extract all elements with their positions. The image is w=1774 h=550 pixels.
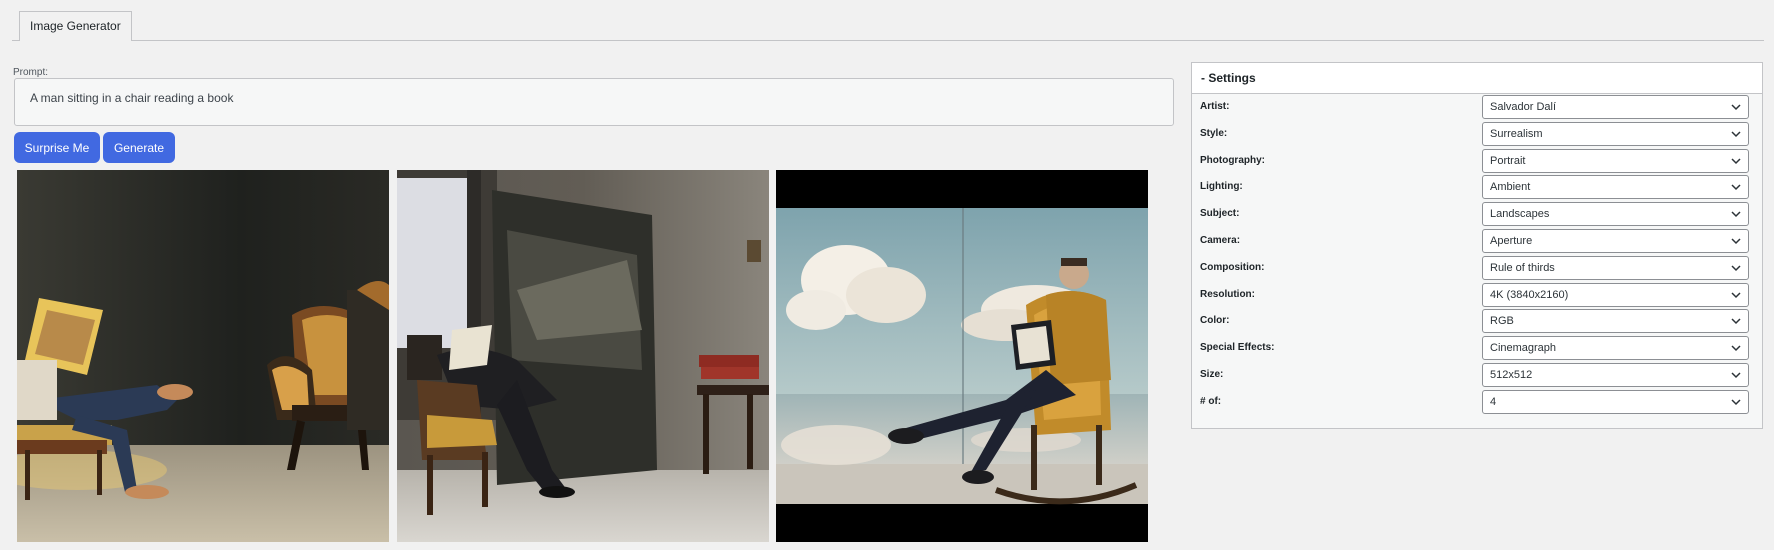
camera-select-value: Aperture [1490, 235, 1533, 247]
photography-select-value: Portrait [1490, 154, 1526, 167]
settings-row: Resolution: 4K (3840x2160) [1192, 282, 1762, 307]
settings-row: Size: 512x512 [1192, 363, 1762, 387]
color-select[interactable]: RGB [1482, 309, 1749, 334]
chevron-down-icon [1731, 211, 1741, 218]
settings-row: Composition: Rule of thirds [1192, 255, 1762, 280]
generated-image-2[interactable] [397, 170, 769, 542]
generate-button[interactable]: Generate [103, 132, 175, 163]
settings-row: Color: RGB [1192, 309, 1762, 334]
subject-select[interactable]: Landscapes [1482, 202, 1749, 227]
settings-row: Lighting: Ambient [1192, 175, 1762, 200]
style-label: Style: [1200, 127, 1228, 139]
color-label: Color: [1200, 315, 1230, 327]
chevron-down-icon [1731, 158, 1741, 164]
generated-image-1[interactable] [17, 170, 389, 542]
settings-row: # of: 4 [1192, 389, 1762, 414]
subject-select-value: Landscapes [1490, 208, 1550, 221]
special-effects-select-value: Cinemagraph [1490, 342, 1557, 355]
settings-panel: - Settings Artist: Salvador Dalí Style: Sur… [1191, 62, 1763, 429]
composition-select-value: Rule of thirds [1490, 261, 1555, 274]
photography-label: Photography: [1200, 154, 1265, 166]
style-select-value: Surrealism [1490, 127, 1543, 140]
settings-row: Subject: Landscapes [1192, 202, 1762, 227]
surprise-me-button[interactable]: Surprise Me [14, 132, 100, 163]
chevron-down-icon [1731, 238, 1741, 245]
tab-bar: Image Generator [12, 0, 1764, 41]
chevron-down-icon [1731, 399, 1741, 405]
chevron-down-icon [1731, 131, 1741, 137]
settings-toggle[interactable]: - Settings [1192, 63, 1762, 94]
chevron-down-icon [1731, 345, 1741, 352]
settings-row: Style: Surrealism [1192, 121, 1762, 146]
photography-select[interactable]: Portrait [1482, 148, 1749, 173]
of-select[interactable]: 4 [1482, 389, 1749, 414]
resolution-label: Resolution: [1200, 288, 1255, 300]
subject-label: Subject: [1200, 208, 1240, 220]
size-label: Size: [1200, 369, 1224, 380]
special-effects-label: Special Effects: [1200, 342, 1275, 354]
artist-label: Artist: [1200, 101, 1230, 112]
chevron-down-icon [1731, 184, 1741, 191]
color-select-value: RGB [1490, 315, 1514, 328]
lighting-select[interactable]: Ambient [1482, 175, 1749, 200]
composition-label: Composition: [1200, 261, 1265, 273]
size-select[interactable]: 512x512 [1482, 363, 1749, 387]
settings-row: Camera: Aperture [1192, 229, 1762, 253]
special-effects-select[interactable]: Cinemagraph [1482, 336, 1749, 361]
size-select-value: 512x512 [1490, 369, 1533, 381]
chevron-down-icon [1731, 292, 1741, 298]
chevron-down-icon [1731, 265, 1741, 271]
of-label: # of: [1200, 395, 1222, 407]
style-select[interactable]: Surrealism [1482, 121, 1749, 146]
chevron-down-icon [1731, 318, 1741, 325]
camera-label: Camera: [1200, 235, 1241, 246]
settings-row: Special Effects: Cinemagraph [1192, 336, 1762, 361]
camera-select[interactable]: Aperture [1482, 229, 1749, 253]
composition-select[interactable]: Rule of thirds [1482, 255, 1749, 280]
chevron-down-icon [1731, 104, 1741, 111]
artist-select-value: Salvador Dalí [1490, 101, 1557, 113]
chevron-down-icon [1731, 372, 1741, 379]
settings-row: Artist: Salvador Dalí [1192, 95, 1762, 119]
settings-row: Photography: Portrait [1192, 148, 1762, 173]
prompt-input[interactable]: A man sitting in a chair reading a book [14, 78, 1174, 126]
lighting-label: Lighting: [1200, 181, 1243, 193]
resolution-select-value: 4K (3840x2160) [1490, 288, 1569, 301]
resolution-select[interactable]: 4K (3840x2160) [1482, 282, 1749, 307]
of-select-value: 4 [1490, 395, 1497, 408]
prompt-label: Prompt: [13, 67, 49, 78]
generated-image-3[interactable] [776, 170, 1148, 542]
artist-select[interactable]: Salvador Dalí [1482, 95, 1749, 119]
lighting-select-value: Ambient [1490, 181, 1531, 194]
tab-image-generator[interactable]: Image Generator [19, 11, 132, 41]
